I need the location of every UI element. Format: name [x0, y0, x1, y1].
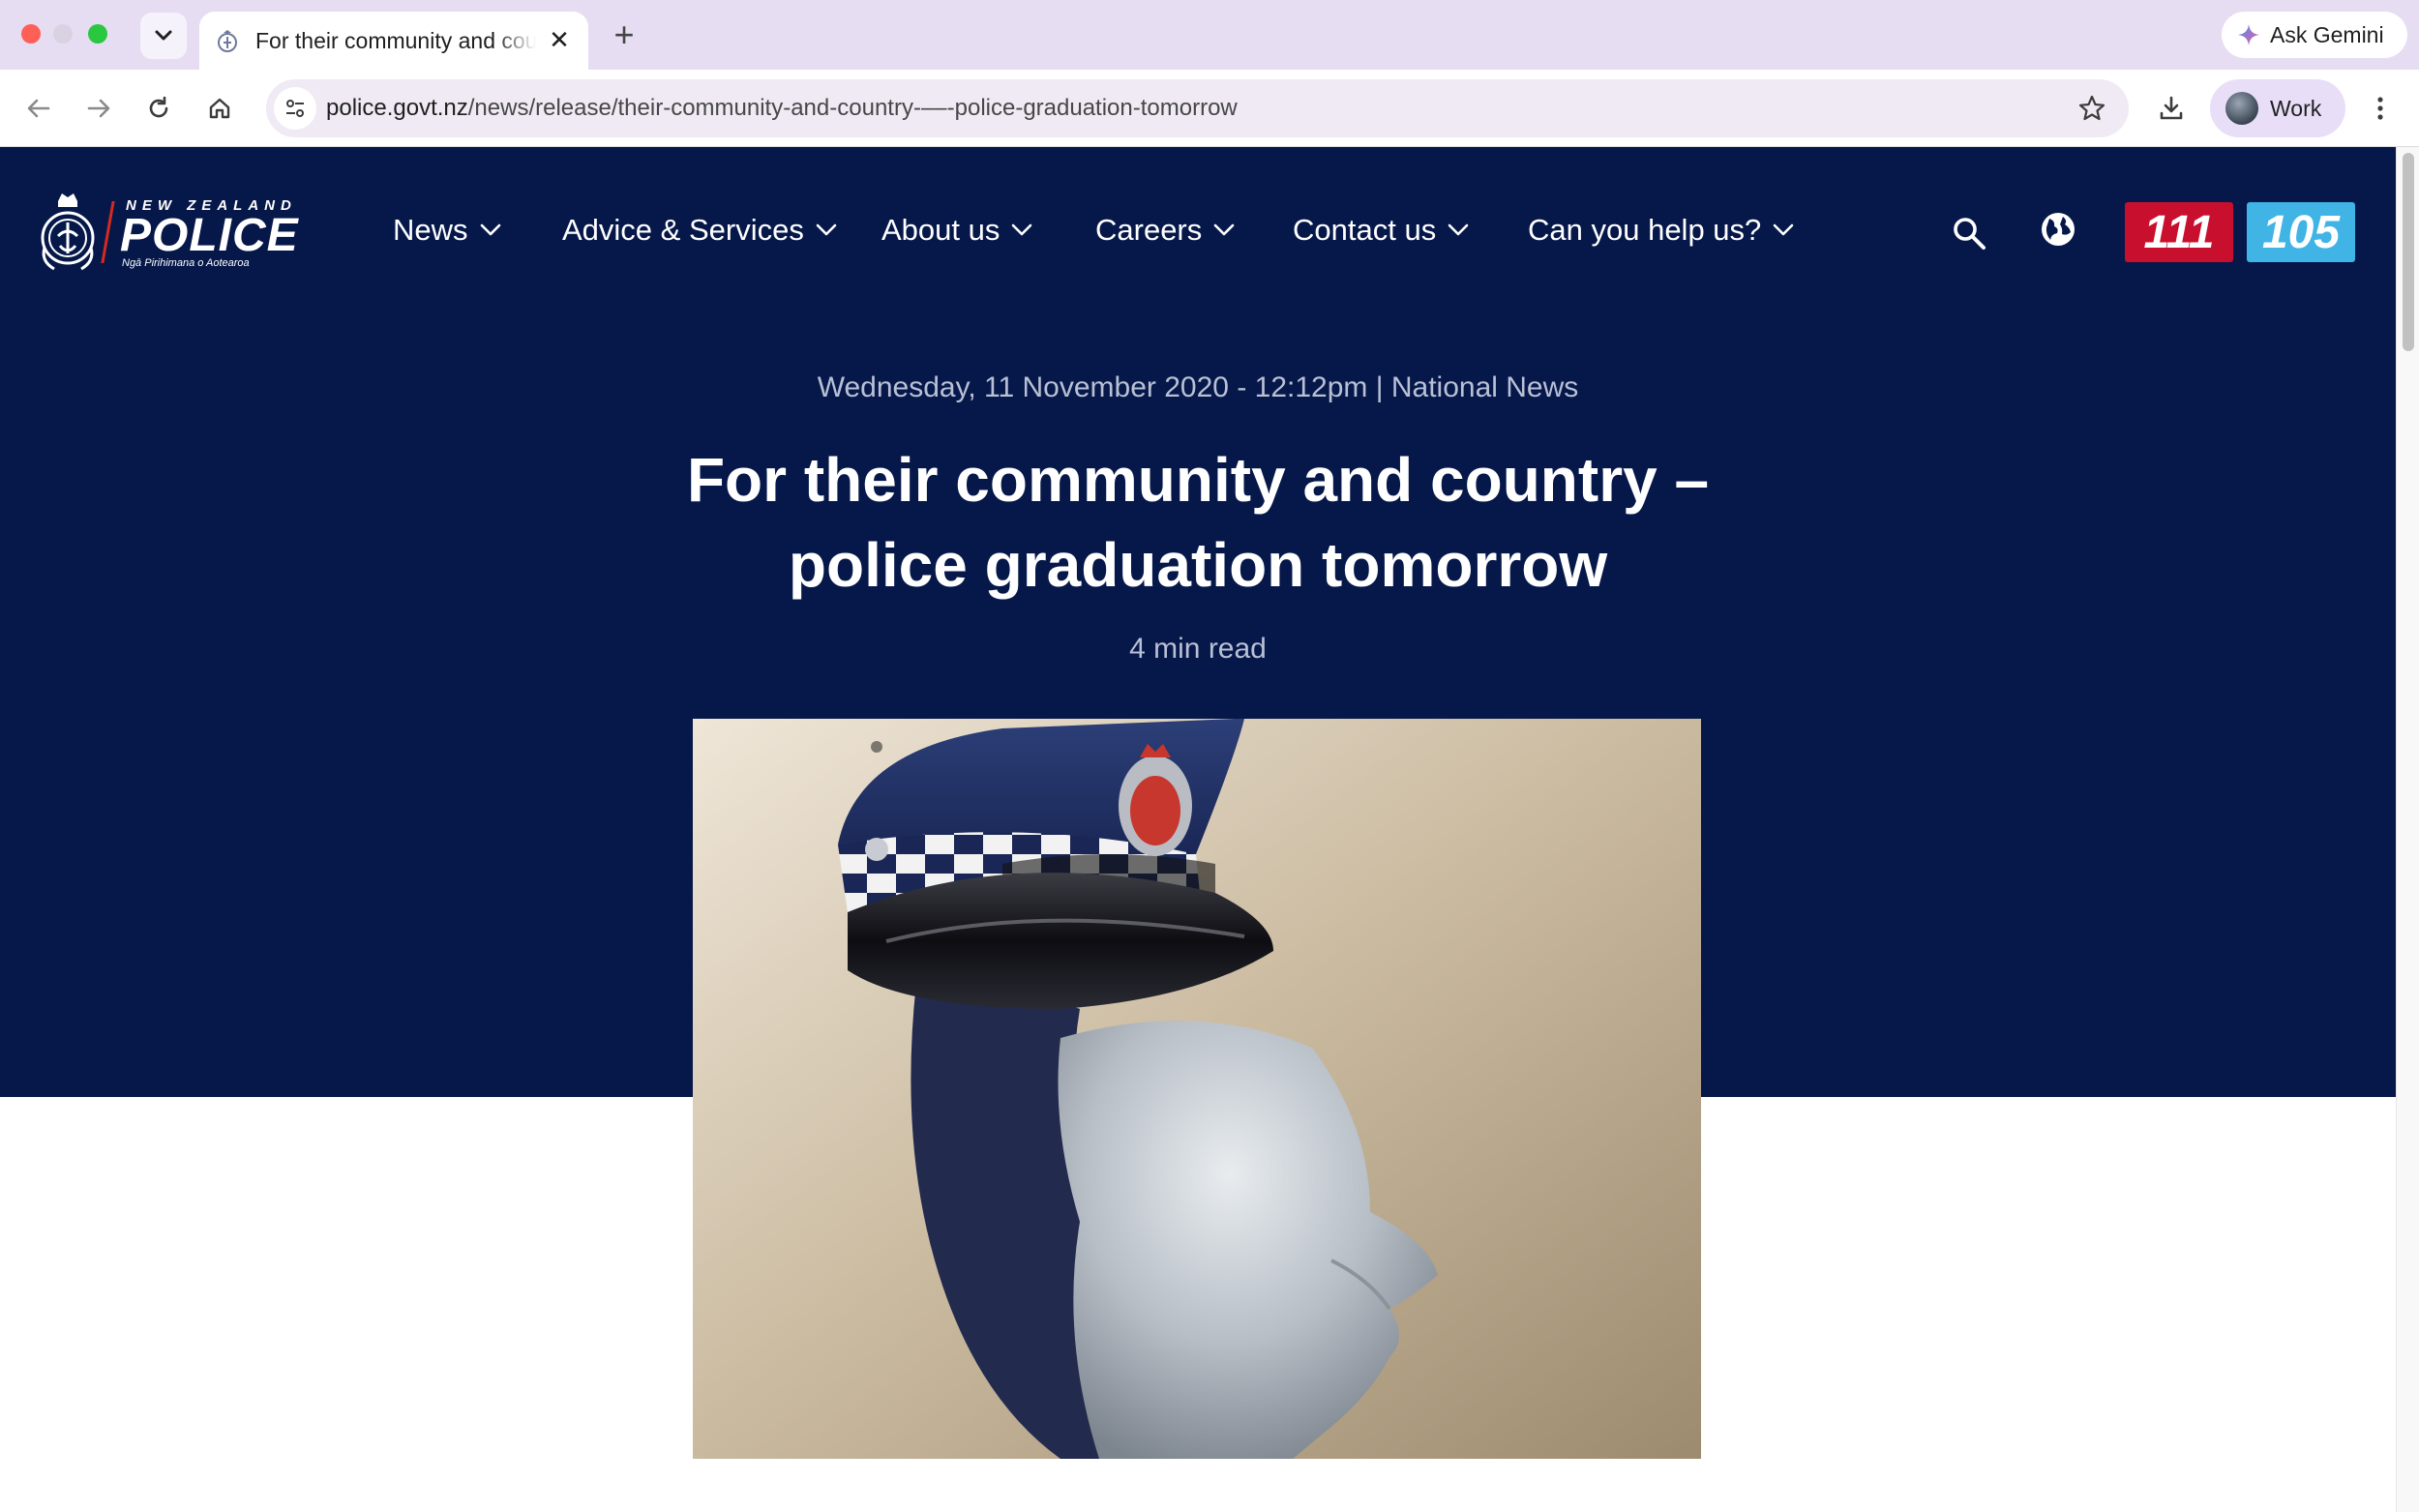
- page-scrollbar[interactable]: [2396, 147, 2419, 1512]
- browser-tab-bar: For their community and country – police…: [0, 0, 2419, 70]
- window-close-button[interactable]: [21, 24, 41, 44]
- web-page: NEW ZEALAND POLICE Ngā Pirihimana o Aote…: [0, 147, 2396, 1512]
- window-maximize-button[interactable]: [88, 24, 107, 44]
- download-icon: [2160, 96, 2183, 120]
- chevron-down-icon: [155, 30, 172, 41]
- non-emergency-105-button[interactable]: 105: [2247, 202, 2355, 262]
- nav-about-us-label: About us: [881, 213, 1000, 247]
- address-bar[interactable]: police.govt.nz/news/release/their-commun…: [266, 79, 2129, 137]
- tune-icon: [286, 100, 304, 117]
- url-text: police.govt.nz/news/release/their-commun…: [326, 95, 1238, 122]
- arrow-left-icon: [27, 99, 50, 118]
- chevron-down-icon: [1448, 223, 1469, 236]
- nav-news[interactable]: News: [393, 207, 501, 253]
- chevron-down-icon: [1213, 223, 1235, 236]
- chevron-down-icon: [480, 223, 500, 236]
- profile-label: Work: [2270, 95, 2322, 121]
- profile-button[interactable]: Work: [2210, 79, 2345, 137]
- nav-news-label: News: [393, 213, 468, 247]
- nav-advice-services[interactable]: Advice & Services: [562, 207, 837, 253]
- more-vertical-icon: [2377, 97, 2383, 120]
- nav-advice-services-label: Advice & Services: [562, 213, 804, 247]
- tab-search-button[interactable]: [140, 13, 187, 59]
- article-read-time: 4 min read: [1129, 633, 1267, 665]
- chevron-down-icon: [1773, 223, 1794, 236]
- url-host: police.govt.nz: [326, 95, 468, 121]
- nav-careers[interactable]: Careers: [1095, 207, 1235, 253]
- article-hero-image: [693, 719, 1701, 1459]
- browser-menu-button[interactable]: [2359, 87, 2402, 130]
- scrollbar-thumb[interactable]: [2403, 153, 2414, 351]
- browser-toolbar: police.govt.nz/news/release/their-commun…: [0, 70, 2419, 147]
- nav-contact-us-label: Contact us: [1293, 213, 1437, 247]
- downloads-button[interactable]: [2150, 87, 2193, 130]
- avatar: [2225, 92, 2258, 125]
- bookmark-button[interactable]: [2075, 91, 2109, 126]
- tab-close-icon[interactable]: ✕: [546, 25, 573, 54]
- tab-title: For their community and country – police…: [255, 27, 536, 53]
- globe-language-icon[interactable]: [2038, 209, 2078, 250]
- forward-button[interactable]: [77, 87, 120, 130]
- article-meta: Wednesday, 11 November 2020 - 12:12pm | …: [817, 371, 1579, 403]
- nav-contact-us[interactable]: Contact us: [1293, 207, 1469, 253]
- nav-about-us[interactable]: About us: [881, 207, 1032, 253]
- logo-divider: [101, 201, 115, 263]
- new-tab-button[interactable]: +: [606, 15, 642, 54]
- nav-can-you-help-us-label: Can you help us?: [1528, 213, 1762, 247]
- article-title: For their community and country – police…: [686, 445, 1710, 600]
- browser-tab-active[interactable]: For their community and country – police…: [199, 12, 588, 70]
- gemini-sparkle-icon: [2238, 24, 2259, 45]
- site-info-button[interactable]: [274, 87, 316, 130]
- nav-careers-label: Careers: [1095, 213, 1203, 247]
- nav-can-you-help-us[interactable]: Can you help us?: [1528, 207, 1794, 253]
- url-path: /news/release/their-community-and-countr…: [467, 95, 1238, 121]
- home-icon: [209, 98, 230, 119]
- star-icon: [2078, 95, 2105, 121]
- reload-button[interactable]: [137, 87, 180, 130]
- nz-police-logo[interactable]: NEW ZEALAND POLICE Ngā Pirihimana o Aote…: [37, 188, 298, 273]
- back-button[interactable]: [17, 87, 60, 130]
- home-button[interactable]: [198, 87, 241, 130]
- ask-gemini-button[interactable]: Ask Gemini: [2222, 12, 2407, 58]
- reload-icon: [149, 96, 168, 118]
- police-crest-icon: [41, 193, 95, 271]
- arrow-right-icon: [87, 99, 110, 118]
- search-icon[interactable]: [1951, 215, 1987, 252]
- emergency-111-button[interactable]: 111: [2125, 202, 2233, 262]
- window-minimize-button[interactable]: [53, 24, 73, 44]
- police-crest-favicon-icon: [218, 30, 237, 52]
- logo-police-text: POLICE: [120, 210, 299, 261]
- ask-gemini-label: Ask Gemini: [2270, 21, 2384, 47]
- chevron-down-icon: [1012, 223, 1032, 236]
- chevron-down-icon: [816, 223, 837, 236]
- logo-subtitle: Ngā Pirihimana o Aotearoa: [122, 257, 250, 269]
